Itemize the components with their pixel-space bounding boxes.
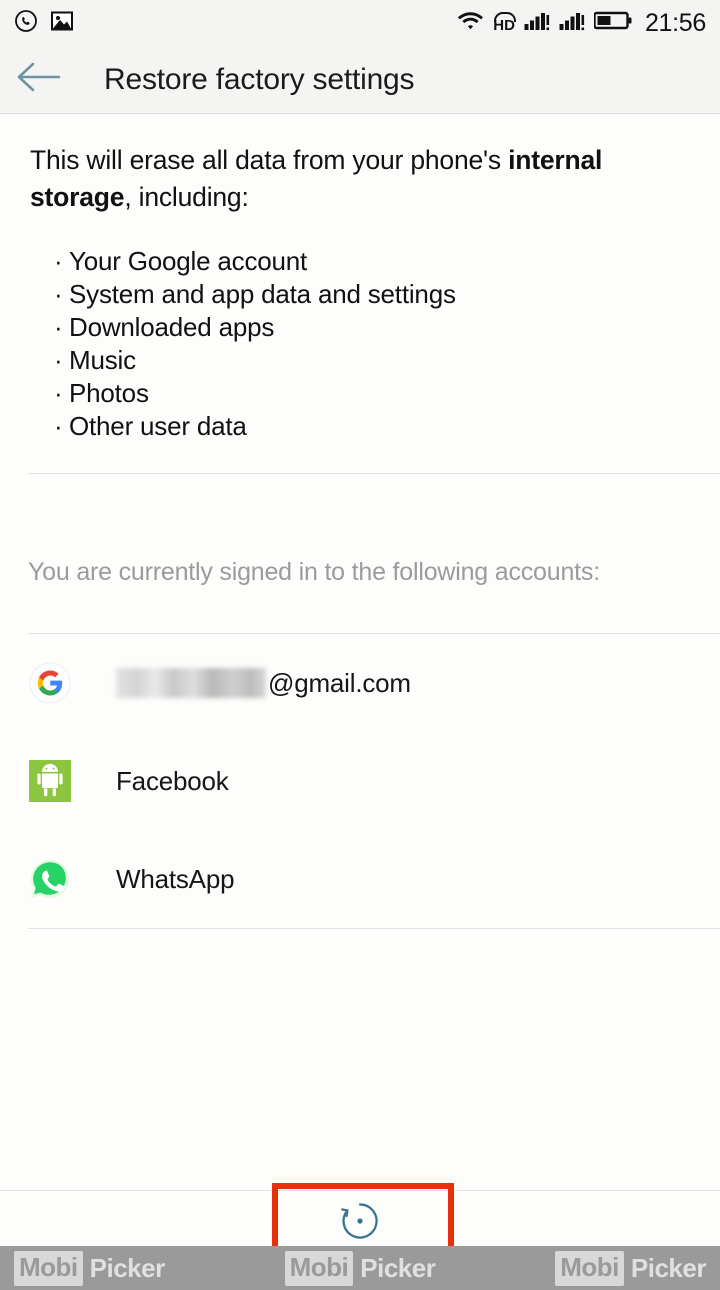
list-item-label: Downloaded apps (69, 312, 275, 342)
watermark-bar: Mobi Picker Mobi Picker Mobi Picker (0, 1246, 720, 1290)
back-arrow-icon (15, 60, 61, 99)
whatsapp-notification-icon (14, 9, 38, 38)
account-label: @gmail.com (116, 668, 411, 699)
bullet-dot-icon: · (54, 312, 63, 342)
watermark-logo: Mobi Picker (284, 1250, 436, 1286)
hd-volte-icon: HD (493, 12, 516, 33)
status-bar: HD 21:56 (0, 0, 720, 46)
account-email-domain: @gmail.com (268, 667, 411, 698)
list-item: · System and app data and settings (54, 278, 692, 311)
account-label: Facebook (116, 765, 229, 796)
status-bar-clock: 21:56 (644, 8, 706, 37)
account-label: WhatsApp (116, 863, 235, 894)
list-item-label: Other user data (69, 411, 247, 441)
list-item-label: Music (69, 345, 136, 375)
list-item-label: Photos (69, 378, 149, 408)
page-title: Restore factory settings (104, 62, 415, 96)
google-g-icon (28, 661, 72, 705)
android-robot-icon (28, 759, 72, 803)
list-item: · Music (54, 344, 692, 377)
status-bar-right-icons: HD 21:56 (457, 9, 706, 38)
account-row-whatsapp[interactable]: WhatsApp (0, 830, 720, 928)
battery-icon (593, 10, 632, 36)
signal-sim2-icon (559, 10, 585, 36)
wifi-icon (457, 10, 484, 36)
app-header: Restore factory settings (0, 46, 720, 114)
section-divider (28, 473, 720, 474)
list-item: · Other user data (54, 410, 692, 443)
warning-text: This will erase all data from your phone… (30, 142, 692, 216)
list-item: · Your Google account (54, 245, 692, 278)
warning-block: This will erase all data from your phone… (0, 115, 720, 443)
phone-screen: HD 21:56 Restore factory settings This w… (0, 0, 720, 1290)
settings-content: This will erase all data from your phone… (0, 115, 720, 1290)
list-item: · Downloaded apps (54, 311, 692, 344)
section-divider (28, 928, 720, 929)
warning-prefix: This will erase all data from your phone… (30, 145, 509, 175)
bullet-dot-icon: · (54, 345, 63, 375)
accounts-heading: You are currently signed in to the follo… (28, 558, 600, 586)
watermark-logo: Mobi Picker (555, 1250, 707, 1286)
watermark-picker: Picker (630, 1252, 707, 1283)
redacted-username (116, 668, 266, 698)
list-item: · Photos (54, 377, 692, 410)
bullet-dot-icon: · (54, 246, 63, 276)
reset-circular-arrow-icon (335, 1196, 385, 1251)
watermark-mobi: Mobi (284, 1250, 354, 1286)
account-row-facebook[interactable]: Facebook (0, 732, 720, 830)
back-button[interactable] (0, 46, 76, 114)
list-item-label: Your Google account (69, 246, 308, 276)
warning-suffix: , including: (124, 182, 249, 212)
signal-sim1-icon (524, 10, 550, 36)
screenshot-image-icon (50, 10, 74, 37)
account-row-google[interactable]: @gmail.com (0, 634, 720, 732)
erase-items-list: · Your Google account · System and app dat… (30, 245, 692, 443)
status-bar-left-icons (14, 9, 74, 38)
watermark-mobi: Mobi (555, 1250, 624, 1286)
bullet-dot-icon: · (54, 378, 63, 408)
bullet-dot-icon: · (54, 411, 63, 441)
whatsapp-icon (28, 857, 72, 901)
watermark-picker: Picker (360, 1252, 436, 1283)
bullet-dot-icon: · (54, 279, 63, 309)
watermark-mobi: Mobi (14, 1250, 83, 1286)
watermark-picker: Picker (89, 1252, 166, 1283)
list-item-label: System and app data and settings (69, 279, 456, 309)
watermark-logo: Mobi Picker (14, 1250, 166, 1286)
